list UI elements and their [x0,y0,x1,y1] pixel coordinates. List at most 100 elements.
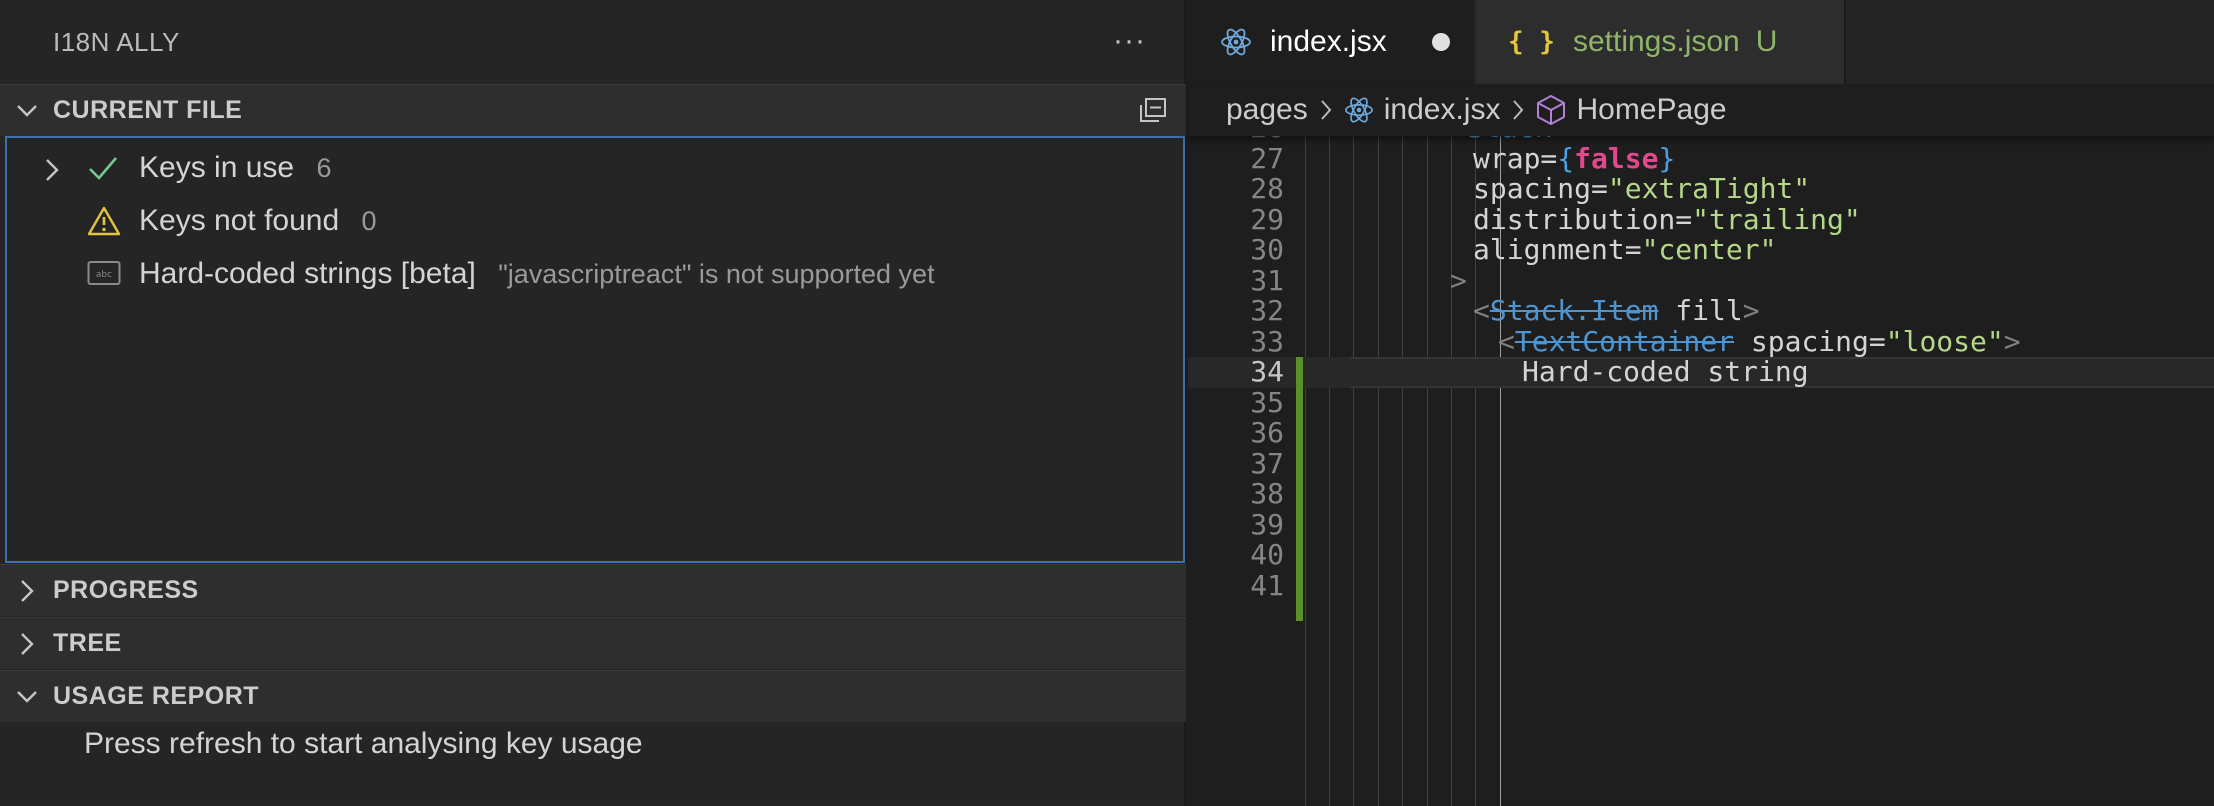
code-line[interactable]: 36 [1188,416,2214,449]
code-line[interactable]: 41 [1188,568,2214,602]
git-added-gutter-marker[interactable] [1296,357,1303,621]
code-token: Hard-coded string [1522,355,1809,388]
breadcrumb-folder[interactable]: pages [1226,93,1308,127]
i18n-ally-sidebar: I18N ALLY ··· CURRENT FILE Keys in use 6… [0,0,1186,806]
code-token: < [1498,324,1515,358]
line-number: 35 [1250,385,1284,419]
line-number: 29 [1250,202,1284,236]
code-text: <TextContainer spacing="loose"> [1498,324,2021,358]
chevron-right-icon [1320,99,1332,121]
code-text: spacing="extraTight" [1473,172,1810,205]
section-current-file[interactable]: CURRENT FILE [0,84,1186,136]
unsaved-dot-icon[interactable] [1432,33,1450,51]
warning-icon [87,205,121,245]
tab-label: index.jsx [1270,25,1387,58]
code-token: { [1557,141,1575,175]
code-token: spacing= [1734,324,1886,358]
code-line[interactable]: 33 <TextContainer spacing="loose"> [1188,324,2214,358]
code-token: "trailing" [1692,202,1861,236]
line-number: 32 [1250,294,1284,327]
section-label: USAGE REPORT [53,682,260,710]
line-number: 41 [1250,568,1284,602]
code-line[interactable]: 40 [1188,538,2214,571]
code-token: distribution= [1473,202,1693,236]
tab-settings-json[interactable]: { } settings.json U [1476,0,1846,84]
section-usage-report[interactable]: USAGE REPORT [0,670,1186,722]
code-line[interactable]: 28 spacing="extraTight" [1188,172,2214,205]
tree-item-count: 0 [361,206,377,236]
line-number: 37 [1250,446,1284,480]
section-progress[interactable]: PROGRESS [0,564,1186,616]
code-line[interactable]: 31 > [1188,265,2214,297]
code-token: spacing= [1473,172,1608,205]
code-token: "loose" [1885,324,2004,358]
tree-item-description: "javascriptreact" is not supported yet [498,259,935,289]
usage-report-message: Press refresh to start analysing key usa… [84,727,643,760]
code-token: Stack.Item [1489,294,1659,327]
section-label: CURRENT FILE [53,96,243,124]
line-number: 33 [1250,324,1284,358]
tab-label: settings.json [1572,25,1740,58]
breadcrumb-symbol[interactable]: HomePage [1576,93,1726,127]
code-token: TextContainer [1514,324,1735,358]
code-token: false [1574,141,1659,175]
breadcrumb: pages index.jsx HomePage [1188,84,2214,136]
code-line[interactable]: 34 Hard-coded string [1188,355,2214,388]
tab-index-jsx[interactable]: index.jsx [1188,0,1474,84]
tree-item-hard-coded-strings[interactable]: abc Hard-coded strings [beta] "javascrip… [7,248,1183,300]
tree-item-keys-not-found[interactable]: Keys not found 0 [7,195,1183,247]
tree-item-label: Keys not found [139,204,340,237]
collapse-all-icon[interactable] [1138,97,1168,132]
react-icon [1220,26,1252,58]
code-line[interactable]: 39 [1188,507,2214,541]
vscode-window: I18N ALLY ··· CURRENT FILE Keys in use 6… [0,0,2214,806]
code-text: distribution="trailing" [1473,202,1861,236]
code-token: } [1658,141,1676,175]
check-icon [87,152,119,192]
code-token: > [2003,324,2021,358]
line-number: 39 [1250,507,1284,541]
chevron-down-icon [0,104,53,118]
chevron-right-icon [1512,99,1524,121]
line-number: 30 [1250,233,1284,266]
code-line[interactable]: 27 wrap={false} [1188,141,2214,175]
tree-item-label: Hard-coded strings [beta] [139,257,476,290]
tree-item-count: 6 [316,153,332,183]
breadcrumb-file[interactable]: index.jsx [1384,93,1501,127]
chevron-right-icon [0,632,53,656]
tree-item-keys-in-use[interactable]: Keys in use 6 [7,142,1183,194]
chevron-right-icon[interactable] [45,156,59,190]
line-number: 28 [1250,172,1284,205]
code-line[interactable]: 30 alignment="center" [1188,233,2214,266]
line-number: 36 [1250,416,1284,449]
svg-text:abc: abc [96,270,112,280]
ellipsis-icon[interactable]: ··· [1113,26,1146,56]
code-token: > [1742,294,1760,327]
code-line[interactable]: 37 [1188,446,2214,480]
sidebar-title: I18N ALLY [53,26,180,57]
code-line[interactable]: 32 <Stack.Item fill> [1188,294,2214,327]
tab-bar: index.jsx { } settings.json U [1188,0,2214,84]
code-line[interactable]: 29 distribution="trailing" [1188,202,2214,236]
line-number: 40 [1250,538,1284,571]
line-number: 27 [1250,141,1284,175]
section-tree[interactable]: TREE [0,617,1186,669]
code-token: wrap= [1473,141,1558,175]
abc-icon: abc [87,258,121,296]
line-number: 38 [1250,477,1284,510]
section-label: PROGRESS [53,576,199,604]
line-number: 34 [1250,355,1284,388]
code-text: alignment="center" [1473,233,1777,266]
code-token: "center" [1641,233,1777,266]
section-label: TREE [53,629,122,657]
code-text: wrap={false} [1473,141,1676,175]
code-line[interactable]: 38 [1188,477,2214,510]
git-status-badge: U [1755,25,1778,58]
code-token: alignment= [1473,233,1642,266]
code-line[interactable]: 35 [1188,385,2214,419]
code-editor[interactable]: 26<Stack27wrap={false}28spacing="extraTi… [1188,126,2214,806]
editor-group: index.jsx { } settings.json U pages inde… [1188,0,2214,806]
chevron-down-icon [0,690,53,704]
current-file-panel: Keys in use 6 Keys not found 0 abc Hard-… [5,136,1185,563]
code-token: fill [1658,294,1743,327]
